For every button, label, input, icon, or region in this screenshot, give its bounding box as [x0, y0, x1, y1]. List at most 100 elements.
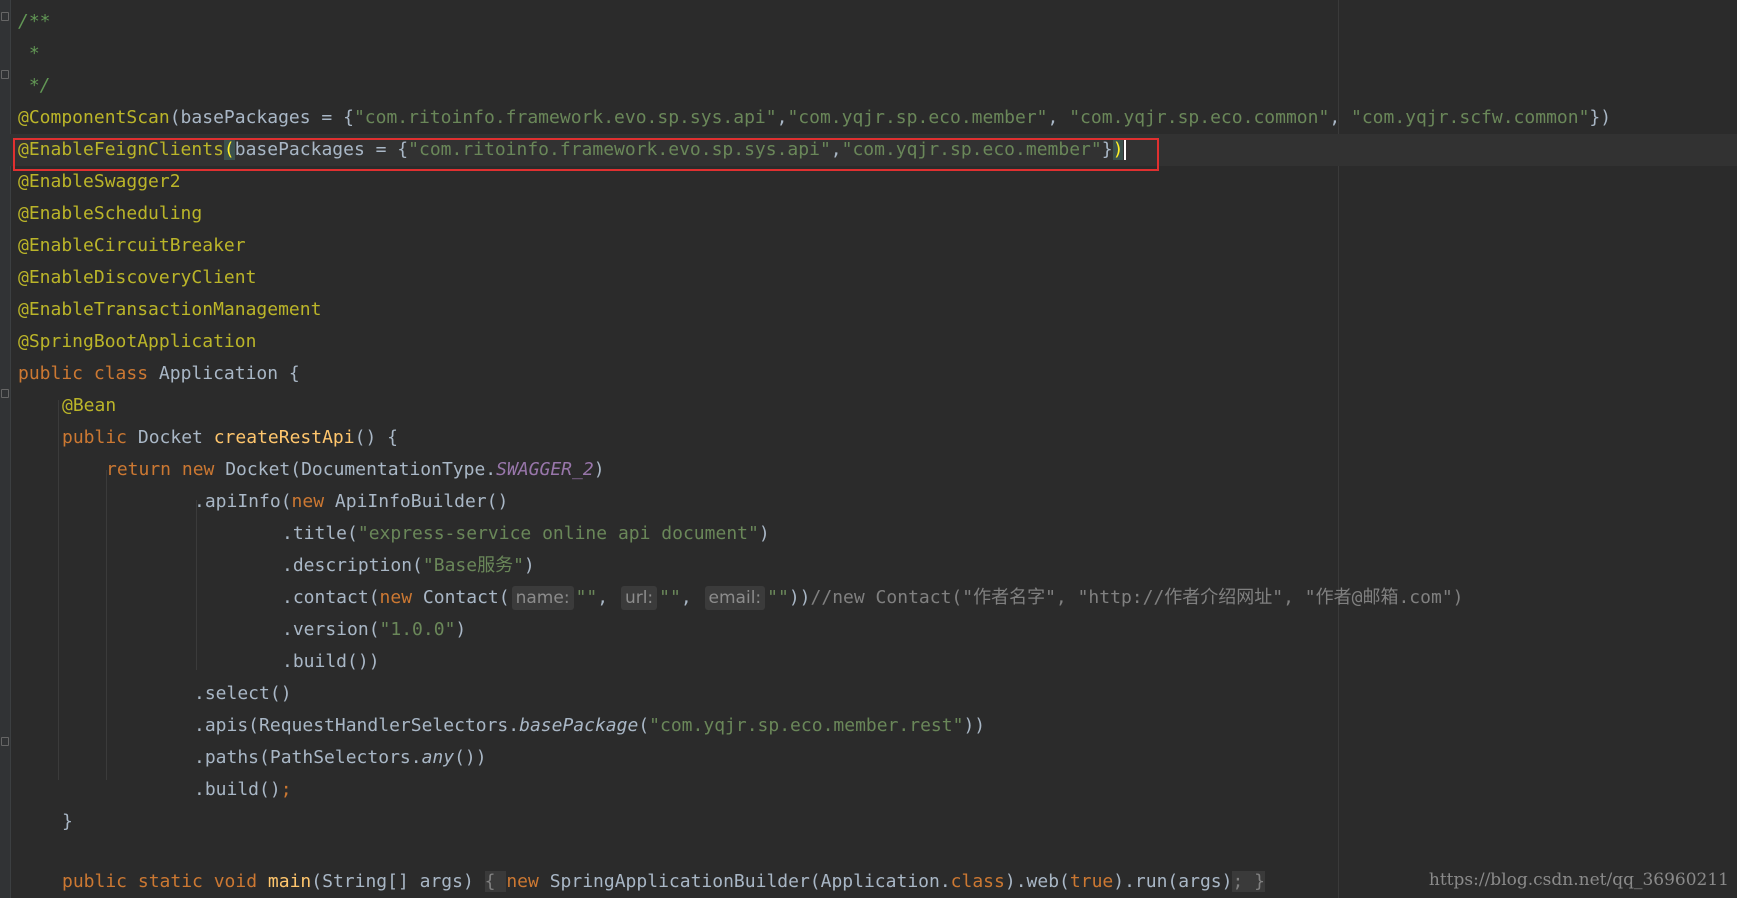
annotation: @EnableCircuitBreaker [18, 235, 246, 256]
code-text: .apiInfo( [194, 491, 292, 512]
indent-guide [106, 470, 107, 780]
static-method: any [421, 747, 455, 768]
code-text: () { [354, 427, 398, 448]
watermark-text: https://blog.csdn.net/qq_36960211 [1428, 870, 1729, 890]
code-text: ) [593, 459, 605, 480]
code-line[interactable]: @EnableCircuitBreaker [18, 230, 246, 262]
code-line[interactable]: @EnableDiscoveryClient [18, 262, 256, 294]
annotation: @EnableScheduling [18, 203, 203, 224]
code-text: .select() [194, 683, 292, 704]
code-line[interactable]: } [62, 806, 73, 838]
folded-brace[interactable]: { [484, 871, 507, 892]
code-text: .build()) [282, 651, 380, 672]
code-line[interactable]: public static void main(String[] args) {… [62, 866, 1265, 898]
code-text: ).run(args) [1113, 871, 1233, 892]
code-text: Contact( [422, 587, 510, 608]
code-text: .build() [194, 779, 281, 800]
string-literal: "" [659, 587, 681, 608]
keyword: new [291, 491, 335, 512]
code-line[interactable]: public Docket createRestApi() { [62, 422, 398, 454]
comma: , [597, 587, 619, 608]
code-line[interactable]: @EnableTransactionManagement [18, 294, 321, 326]
code-line[interactable]: @EnableSwagger2 [18, 166, 181, 198]
fold-marker-icon[interactable] [1, 70, 9, 79]
annotation: @ComponentScan [18, 107, 170, 128]
type-name: Docket [137, 427, 214, 448]
code-line[interactable]: .build(); [194, 774, 292, 806]
parameter-hint: name: [511, 586, 574, 610]
fold-marker-icon[interactable] [1, 12, 9, 21]
fold-marker-icon[interactable] [1, 389, 9, 398]
code-line[interactable]: .description("Base服务") [282, 550, 535, 582]
keyword: new [506, 871, 550, 892]
comment-text: * [18, 43, 40, 64]
code-line[interactable]: @EnableScheduling [18, 198, 202, 230]
comma: , [776, 107, 788, 128]
code-text: ) [523, 555, 535, 576]
code-line[interactable]: @ComponentScan(basePackages = {"com.rito… [18, 102, 1611, 134]
code-line[interactable]: .paths(PathSelectors.any()) [194, 742, 487, 774]
annotation: @SpringBootApplication [18, 331, 257, 352]
keyword: public [62, 427, 138, 448]
comma: , [1047, 107, 1070, 128]
code-text: (String[] args) [311, 871, 485, 892]
annotation: @EnableDiscoveryClient [18, 267, 257, 288]
code-line[interactable]: .apis(RequestHandlerSelectors.basePackag… [194, 710, 985, 742]
code-editor[interactable]: /** * */ @ComponentScan(basePackages = {… [0, 0, 1737, 898]
keyword: public class [18, 363, 159, 384]
annotation: @EnableTransactionManagement [18, 299, 322, 320]
string-literal: "Base服务" [422, 555, 524, 576]
string-literal: "com.yqjr.sp.eco.member" [787, 107, 1048, 128]
constant: SWAGGER_2 [496, 459, 594, 480]
parameter-hint: email: [704, 586, 766, 610]
parameter-hint: url: [620, 586, 658, 610]
string-literal: "com.yqjr.scfw.common" [1351, 107, 1590, 128]
code-line[interactable]: .apiInfo(new ApiInfoBuilder() [194, 486, 508, 518]
code-text: ).web( [1004, 871, 1070, 892]
code-line[interactable]: @SpringBootApplication [18, 326, 256, 358]
code-text: ( [638, 715, 650, 736]
code-text: .contact( [282, 587, 380, 608]
indent-guide [196, 500, 197, 670]
code-line[interactable]: */ [18, 70, 51, 102]
code-line[interactable]: @Bean [62, 390, 116, 422]
code-line[interactable]: .contact(new Contact(name: "", url: "", em… [282, 582, 1464, 614]
code-text: ApiInfoBuilder() [334, 491, 509, 512]
folded-brace[interactable]: } [1254, 871, 1265, 892]
code-text: (basePackages = { [169, 107, 354, 128]
fold-marker-icon[interactable] [1, 737, 9, 746]
code-line[interactable]: .build()) [282, 646, 380, 678]
code-line[interactable]: return new Docket(DocumentationType.SWAG… [106, 454, 605, 486]
string-literal: "1.0.0" [379, 619, 456, 640]
string-literal: "" [575, 587, 598, 608]
code-text: ) [455, 619, 467, 640]
code-line[interactable]: /** [18, 6, 51, 38]
code-text: .version( [282, 619, 380, 640]
static-method: basePackage [519, 715, 639, 736]
code-text: Docket(DocumentationType. [225, 459, 497, 480]
code-line[interactable]: .title("express-service online api docum… [282, 518, 770, 550]
string-literal: "express-service online api document" [357, 523, 759, 544]
red-highlight-box [13, 138, 1159, 171]
code-line[interactable]: * [18, 38, 40, 70]
code-line[interactable]: .version("1.0.0") [282, 614, 466, 646]
keyword: public static void [62, 871, 268, 892]
semicolon: ; [280, 779, 292, 800]
indent-guide [58, 400, 59, 780]
annotation: @EnableSwagger2 [18, 171, 181, 192]
comma: , [680, 587, 703, 608]
code-text: .title( [282, 523, 358, 544]
method-name: createRestApi [213, 427, 355, 448]
comment-text: */ [18, 75, 51, 96]
code-line[interactable]: .select() [194, 678, 292, 710]
string-literal: "com.ritoinfo.framework.evo.sp.sys.api" [353, 107, 777, 128]
comment-text: /** [18, 11, 51, 32]
code-line[interactable]: public class Application { [18, 358, 300, 390]
line-comment: //new Contact("作者名字", "http://作者介绍网址", "… [810, 587, 1464, 608]
string-literal: "" [767, 587, 789, 608]
code-text: .apis(RequestHandlerSelectors. [194, 715, 520, 736]
semicolon: ; [1232, 871, 1255, 892]
code-text: }) [1589, 107, 1612, 128]
code-text: .description( [282, 555, 423, 576]
code-text: .paths(PathSelectors. [194, 747, 422, 768]
